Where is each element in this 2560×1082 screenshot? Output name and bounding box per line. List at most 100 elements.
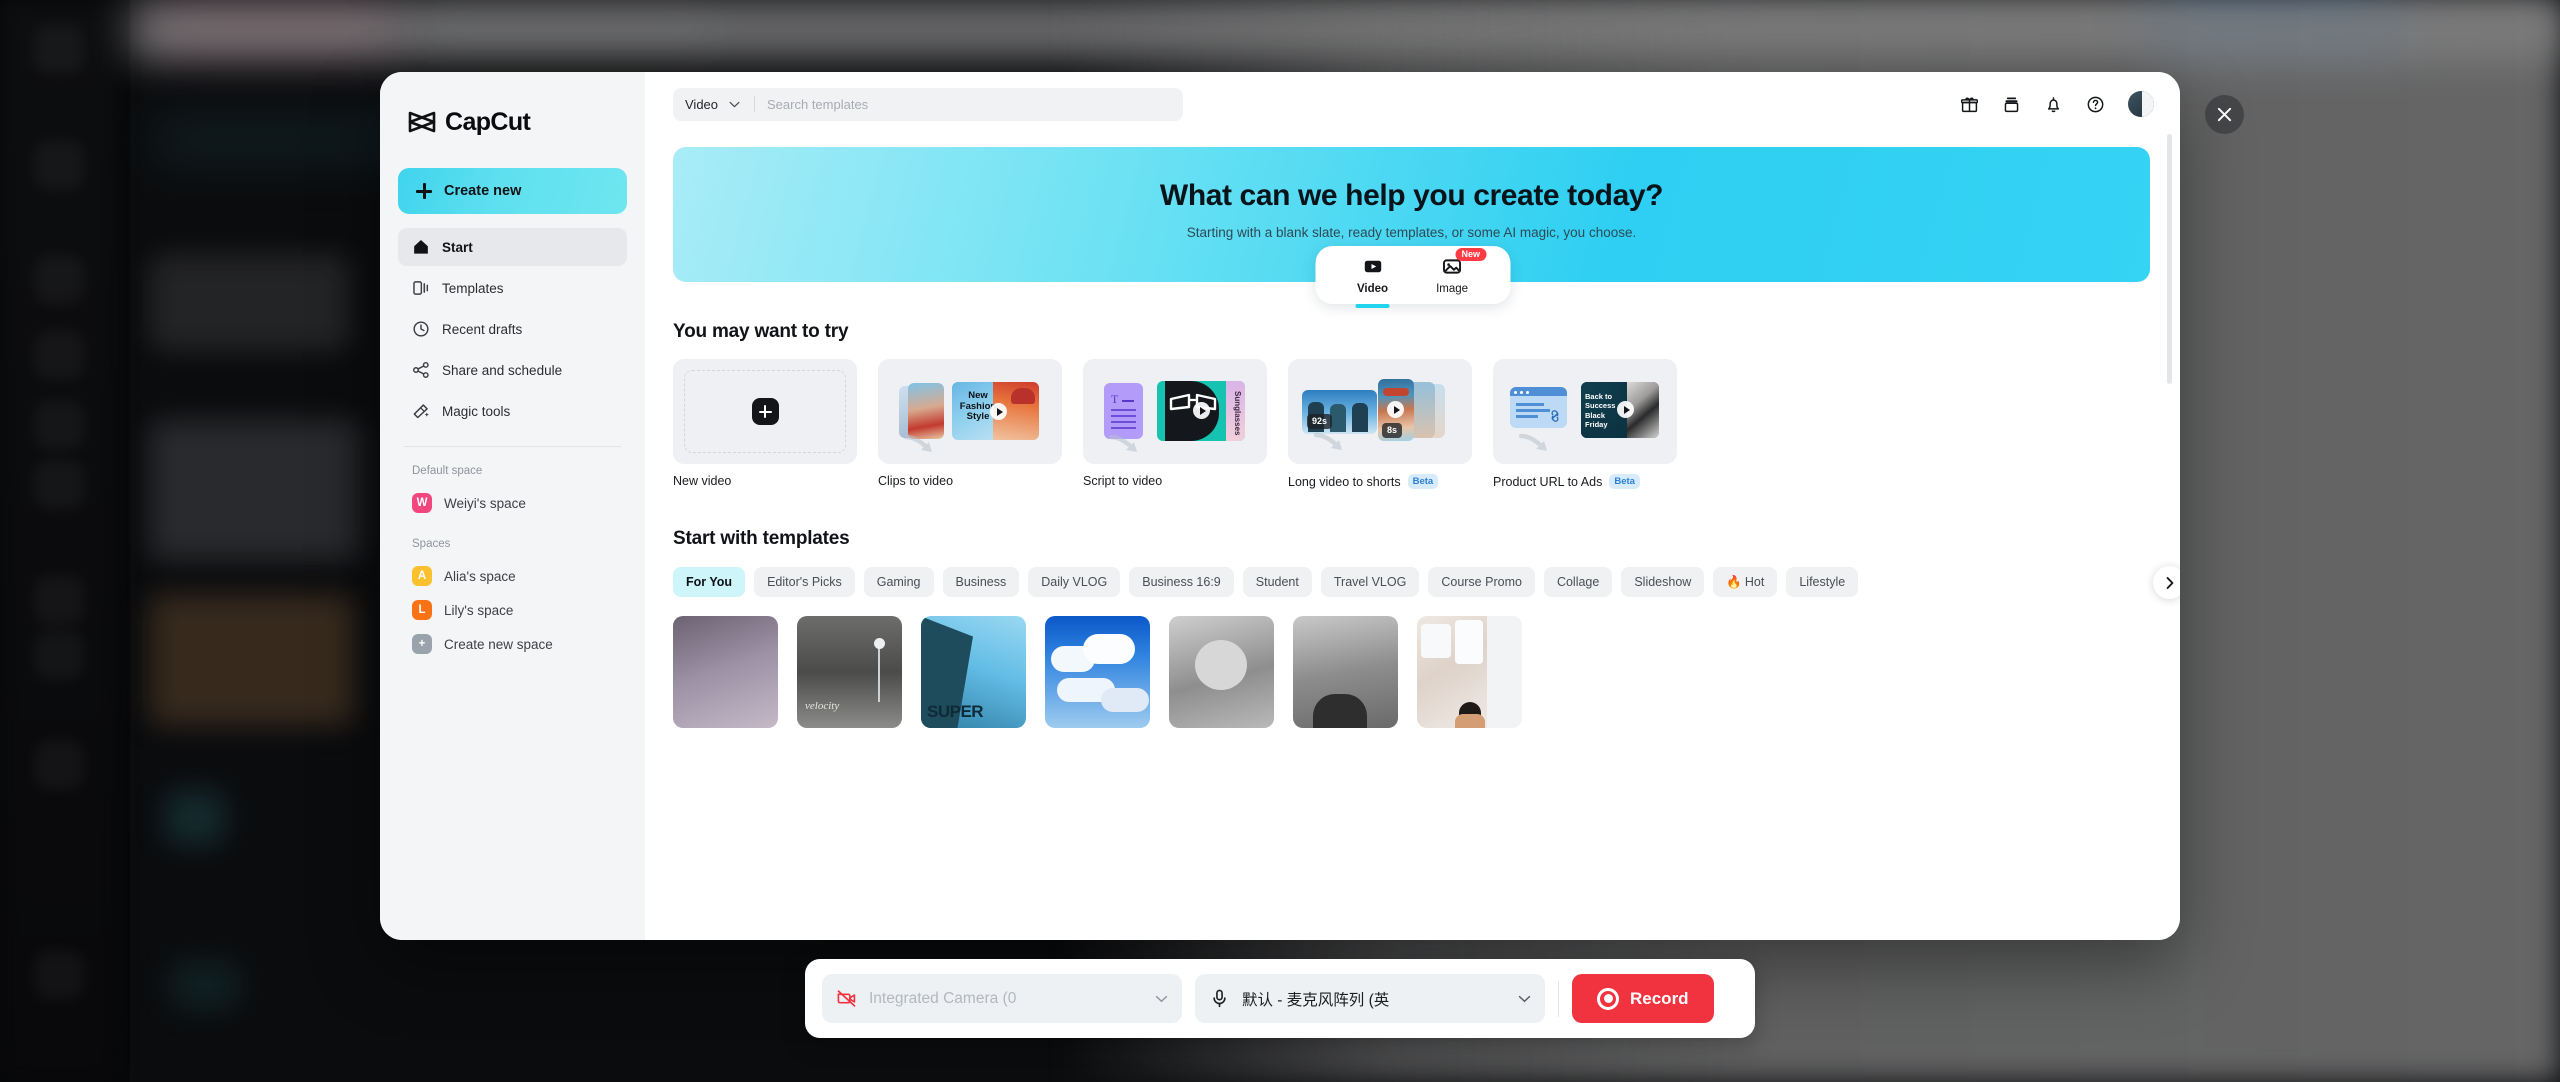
sidebar-item-templates[interactable]: Templates <box>398 269 627 307</box>
fire-icon: 🔥 <box>1726 575 1742 590</box>
record-button[interactable]: Record <box>1572 974 1714 1023</box>
separator <box>754 96 755 112</box>
chip-collage[interactable]: Collage <box>1544 567 1612 597</box>
space-label: Create new space <box>444 637 553 652</box>
try-card-new-video[interactable]: New video <box>673 359 857 489</box>
chip-for-you[interactable]: For You <box>673 567 745 597</box>
play-icon <box>1617 401 1634 418</box>
template-thumbnail[interactable]: velocity <box>797 616 902 728</box>
try-card-product-url-to-ads[interactable]: Back to Success Black Friday Product URL… <box>1493 359 1677 489</box>
chip-slideshow[interactable]: Slideshow <box>1621 567 1704 597</box>
try-card-long-video-to-shorts[interactable]: 92s 8s <box>1288 359 1472 489</box>
plus-icon <box>752 398 779 425</box>
space-avatar: A <box>412 566 432 586</box>
scrollbar-track[interactable] <box>2167 118 2172 830</box>
background-card <box>170 960 240 1010</box>
bell-icon[interactable] <box>2044 95 2063 114</box>
chip-editors-picks[interactable]: Editor's Picks <box>754 567 855 597</box>
try-card-thumb: 92s 8s <box>1288 359 1472 464</box>
try-card-clips-to-video[interactable]: New Fashion Style Clips to video <box>878 359 1062 489</box>
scrollbar-thumb[interactable] <box>2167 134 2172 384</box>
link-icon <box>1548 409 1562 423</box>
sidebar-item-recent-drafts[interactable]: Recent drafts <box>398 310 627 348</box>
chip-lifestyle[interactable]: Lifestyle <box>1786 567 1858 597</box>
space-label: Alia's space <box>444 569 516 584</box>
avatar[interactable] <box>2128 91 2154 117</box>
camera-value: Integrated Camera (0 <box>869 990 1016 1008</box>
template-thumbnail[interactable] <box>1293 616 1398 728</box>
spaces-title: Spaces <box>398 520 627 559</box>
sidebar-item-label: Start <box>442 240 473 255</box>
space-item-alia[interactable]: A Alia's space <box>398 559 627 593</box>
capcut-logo-icon <box>408 111 436 133</box>
try-card-label: Clips to video <box>878 474 953 488</box>
hero-tabs: Video Image New <box>1315 246 1510 304</box>
duration-tag: 8s <box>1382 423 1402 438</box>
home-icon <box>412 238 430 256</box>
chip-business[interactable]: Business <box>943 567 1020 597</box>
thumb-browser <box>1510 387 1567 428</box>
sidebar-item-start[interactable]: Start <box>398 228 627 266</box>
thumb-script: T <box>1104 383 1143 439</box>
close-icon <box>2216 106 2233 123</box>
record-label: Record <box>1630 989 1689 1009</box>
try-card-script-to-video[interactable]: T <box>1083 359 1267 489</box>
filter-type-label[interactable]: Video <box>685 97 718 112</box>
chevron-down-icon[interactable] <box>729 101 740 108</box>
close-modal-button[interactable] <box>2205 95 2244 134</box>
brand-name: CapCut <box>445 108 530 137</box>
space-item-lily[interactable]: L Lily's space <box>398 593 627 627</box>
search-bar: Video <box>673 88 1183 121</box>
space-label: Weiyi's space <box>444 496 526 511</box>
sidebar-item-label: Magic tools <box>442 404 510 419</box>
search-input[interactable] <box>767 97 1171 112</box>
tab-video[interactable]: Video <box>1357 256 1388 295</box>
template-thumbnail[interactable] <box>1417 616 1522 728</box>
space-avatar: W <box>412 493 432 513</box>
tab-image[interactable]: Image New <box>1436 256 1468 295</box>
chip-student[interactable]: Student <box>1243 567 1312 597</box>
template-thumbnail[interactable] <box>1045 616 1150 728</box>
help-icon[interactable] <box>2086 95 2105 114</box>
arrow-icon <box>1314 431 1348 455</box>
chip-daily-vlog[interactable]: Daily VLOG <box>1028 567 1120 597</box>
microphone-selector[interactable]: 默认 - 麦克风阵列 (英 <box>1195 974 1545 1023</box>
video-play-icon <box>1362 256 1383 277</box>
template-thumbnail[interactable]: SUPER <box>921 616 1026 728</box>
background-rail-icon <box>34 460 84 510</box>
share-icon <box>412 361 430 379</box>
brand: CapCut <box>398 94 627 142</box>
chip-business-16-9[interactable]: Business 16:9 <box>1129 567 1234 597</box>
chip-course-promo[interactable]: Course Promo <box>1428 567 1535 597</box>
create-new-button[interactable]: Create new <box>398 168 627 214</box>
play-icon <box>990 403 1007 420</box>
plus-icon: + <box>412 634 432 654</box>
play-icon <box>1193 402 1210 419</box>
camera-off-icon <box>836 988 857 1009</box>
try-card-thumb: Back to Success Black Friday <box>1493 359 1677 464</box>
camera-selector[interactable]: Integrated Camera (0 <box>822 974 1182 1023</box>
background-rail-icon <box>34 255 84 305</box>
background-card <box>150 255 350 350</box>
chip-label: Daily VLOG <box>1041 575 1107 589</box>
sidebar-item-share-and-schedule[interactable]: Share and schedule <box>398 351 627 389</box>
space-item-weiyi[interactable]: W Weiyi's space <box>398 486 627 520</box>
try-cards-row: New video <box>673 359 2180 489</box>
try-card-thumb <box>673 359 857 464</box>
background-rail-icon <box>34 330 84 380</box>
main-scroll-area: What can we help you create today? Start… <box>645 136 2180 940</box>
sidebar: CapCut Create new Start <box>380 72 645 940</box>
create-new-space-item[interactable]: + Create new space <box>398 627 627 661</box>
chip-hot[interactable]: 🔥 Hot <box>1713 567 1777 597</box>
hero-title: What can we help you create today? <box>1160 179 1663 213</box>
template-thumbnail[interactable] <box>673 616 778 728</box>
template-thumbnail[interactable] <box>1169 616 1274 728</box>
chip-gaming[interactable]: Gaming <box>864 567 934 597</box>
template-thumbnails-row: velocity SUPER <box>673 616 2180 728</box>
gift-icon[interactable] <box>1960 95 1979 114</box>
topbar-tools <box>1960 91 2154 117</box>
chip-travel-vlog[interactable]: Travel VLOG <box>1321 567 1419 597</box>
sidebar-item-label: Templates <box>442 281 504 296</box>
sidebar-item-magic-tools[interactable]: Magic tools <box>398 392 627 430</box>
archive-icon[interactable] <box>2002 95 2021 114</box>
